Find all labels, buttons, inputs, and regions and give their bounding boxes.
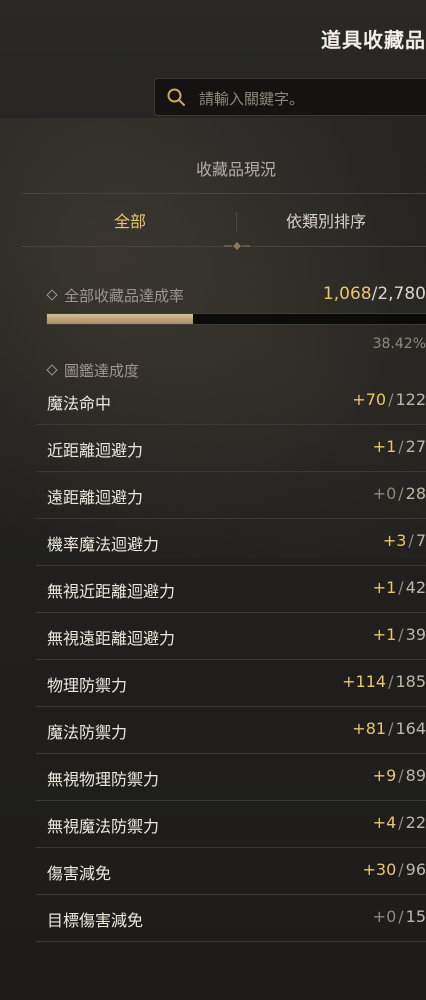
stat-value: +0/28 (372, 484, 426, 503)
search-placeholder: 請輸入關鍵字。 (199, 90, 305, 108)
stat-row: 機率魔法迴避力 +3/7 (36, 519, 426, 566)
stat-name: 無視魔法防禦力 (47, 817, 160, 836)
stat-row: 無視物理防禦力 +9/89 (36, 754, 426, 801)
stat-name: 機率魔法迴避力 (47, 535, 160, 554)
tab-all[interactable]: 全部 (40, 208, 220, 232)
overall-label: 全部收藏品達成率 (46, 285, 184, 306)
search-icon (167, 88, 185, 106)
stat-value: +0/15 (372, 907, 426, 926)
stat-row: 無視魔法防禦力 +4/22 (36, 801, 426, 848)
progress-fill (47, 314, 193, 324)
overall-progress-bar (46, 313, 426, 325)
divider (22, 193, 426, 194)
collection-panel: 道具收藏品 請輸入關鍵字。 收藏品現況 全部 依類別排序 全部收藏品達成率 1,… (0, 0, 426, 1000)
stat-name: 遠距離迴避力 (47, 488, 144, 507)
stat-row: 魔法命中 +70/122 (36, 378, 426, 425)
diamond-icon (46, 364, 58, 376)
stat-name: 魔法防禦力 (47, 723, 128, 742)
stat-row: 近距離迴避力 +1/27 (36, 425, 426, 472)
window-title: 道具收藏品 (321, 28, 426, 52)
stat-name: 近距離迴避力 (47, 441, 144, 460)
stat-row: 物理防禦力 +114/185 (36, 660, 426, 707)
stat-value: +3/7 (382, 531, 426, 550)
stat-name: 無視近距離迴避力 (47, 582, 176, 601)
stat-row: 目標傷害減免 +0/15 (36, 895, 426, 942)
stat-value: +1/27 (372, 437, 426, 456)
stat-value: +1/42 (372, 578, 426, 597)
status-title: 收藏品現況 (195, 160, 276, 179)
overall-count: 1,068/2,780 (322, 284, 426, 304)
diamond-icon (46, 289, 58, 301)
ornament-icon (224, 242, 250, 250)
stat-value: +30/96 (362, 860, 426, 879)
stat-value: +70/122 (352, 390, 426, 409)
stat-value: +81/164 (352, 719, 426, 738)
stat-row: 遠距離迴避力 +0/28 (36, 472, 426, 519)
stat-row: 魔法防禦力 +81/164 (36, 707, 426, 754)
stat-row: 無視遠距離迴避力 +1/39 (36, 613, 426, 660)
stat-row: 無視近距離迴避力 +1/42 (36, 566, 426, 613)
stat-name: 目標傷害減免 (47, 911, 144, 930)
tab-by-category[interactable]: 依類別排序 (236, 208, 416, 232)
stat-row: 傷害減免 +30/96 (36, 848, 426, 895)
search-input[interactable]: 請輸入關鍵字。 (154, 78, 426, 116)
stat-name: 無視物理防禦力 (47, 770, 160, 789)
stat-value: +114/185 (342, 672, 426, 691)
stat-value: +1/39 (372, 625, 426, 644)
stat-value: +9/89 (372, 766, 426, 785)
stat-name: 魔法命中 (47, 394, 112, 413)
stat-name: 物理防禦力 (47, 676, 128, 695)
stat-name: 無視遠距離迴避力 (47, 629, 176, 648)
overall-percent: 38.42% (372, 336, 426, 352)
stat-list: 魔法命中 +70/122 近距離迴避力 +1/27 遠距離迴避力 +0/28 機率魔法迴避力… (36, 378, 426, 942)
stat-name: 傷害減免 (47, 864, 112, 883)
stat-value: +4/22 (372, 813, 426, 832)
